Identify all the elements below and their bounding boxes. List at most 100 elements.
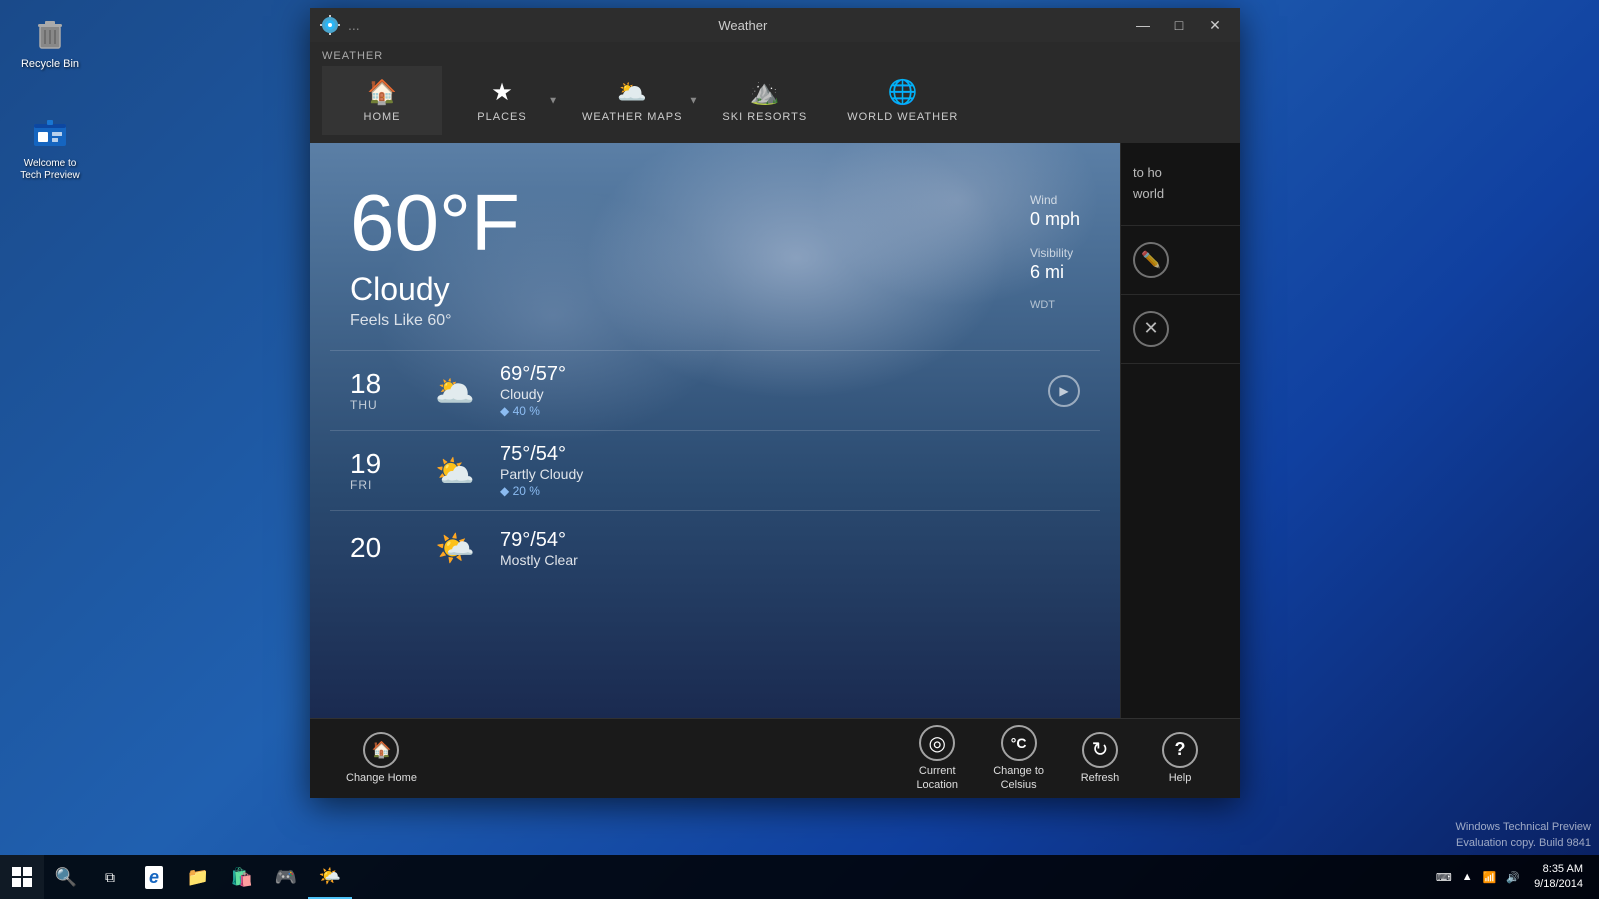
watermark-line2: Evaluation copy. Build 9841 xyxy=(1455,836,1591,851)
nav-item-world-weather[interactable]: 🌐 WORLD WEATHER xyxy=(827,66,978,135)
title-bar: ... Weather — □ ✕ xyxy=(310,8,1240,42)
ie-icon: e xyxy=(145,866,163,889)
games-icon: 🎮 xyxy=(275,867,297,888)
world-weather-nav-icon: 🌐 xyxy=(888,78,918,107)
temperature-display: 60°F xyxy=(350,183,520,263)
change-celsius-icon: °C xyxy=(1001,725,1037,761)
forecast-date-19: 19 FRI xyxy=(350,450,410,492)
side-panel: to howorld ✏️ ✕ xyxy=(1120,143,1240,718)
keyboard-icon-button[interactable]: ⌨ xyxy=(1432,855,1456,899)
nav-bar: WEATHER 🏠 HOME ★ PLACES ▼ 🌥️ WEATHER MAP… xyxy=(310,42,1240,143)
weather-main: 60°F Cloudy Feels Like 60° Wind 0 mph Vi… xyxy=(310,143,1240,718)
visibility-detail: Visibility 6 mi xyxy=(1030,246,1080,283)
edit-action-icon: ✏️ xyxy=(1133,242,1169,278)
games-button[interactable]: 🎮 xyxy=(264,855,308,899)
recycle-bin-label: Recycle Bin xyxy=(21,58,79,71)
file-explorer-button[interactable]: 📁 xyxy=(176,855,220,899)
forecast-day-name-thu: THU xyxy=(350,398,410,412)
chevron-up-icon: ▲ xyxy=(1462,871,1473,883)
recycle-bin-icon[interactable]: Recycle Bin xyxy=(10,10,90,75)
close-button[interactable]: ✕ xyxy=(1198,8,1232,42)
feels-like-text: Feels Like 60° xyxy=(350,312,520,330)
forecast-temps-thu: 69°/57° xyxy=(500,363,1028,386)
search-icon: 🔍 xyxy=(55,867,77,888)
side-panel-action-edit[interactable]: ✏️ xyxy=(1121,226,1240,295)
system-tray: ⌨ ▲ 📶 🔊 8:35 AM 9/18/2014 xyxy=(1432,855,1599,899)
task-view-icon: ⧉ xyxy=(105,869,115,886)
forecast-day-name-fri: FRI xyxy=(350,478,410,492)
refresh-button[interactable]: ↻ Refresh xyxy=(1060,724,1140,793)
forecast-play-button-thu[interactable]: ▶ xyxy=(1048,375,1080,407)
forecast-precip-thu: ◆ 40 % xyxy=(500,404,1028,418)
forecast-info-thu: 69°/57° Cloudy ◆ 40 % xyxy=(500,363,1028,418)
weather-taskbar-icon: 🌤️ xyxy=(319,866,341,887)
help-icon: ? xyxy=(1162,732,1198,768)
system-clock[interactable]: 8:35 AM 9/18/2014 xyxy=(1526,860,1591,895)
nav-items: 🏠 HOME ★ PLACES ▼ 🌥️ WEATHER MAPS ▼ ⛰️ S… xyxy=(322,66,1228,135)
forecast-cond-thu: Cloudy xyxy=(500,386,1028,402)
welcome-icon[interactable]: Welcome to Tech Preview xyxy=(10,110,90,186)
nav-item-home[interactable]: 🏠 HOME xyxy=(322,66,442,135)
forecast-day-num-18: 18 xyxy=(350,370,410,398)
wind-detail: Wind 0 mph xyxy=(1030,193,1080,230)
store-button[interactable]: 🛍️ xyxy=(220,855,264,899)
nav-section-label: WEATHER xyxy=(322,50,1228,62)
condition-text: Cloudy xyxy=(350,271,520,308)
welcome-image xyxy=(30,114,70,154)
minimize-button[interactable]: — xyxy=(1126,8,1160,42)
current-location-icon: ◎ xyxy=(919,725,955,761)
network-icon-button[interactable]: 📶 xyxy=(1479,855,1501,899)
windows-logo-icon xyxy=(12,867,32,887)
forecast-container: 18 THU 🌥️ 69°/57° Cloudy ◆ 40 % ▶ 19 xyxy=(310,350,1120,585)
internet-explorer-button[interactable]: e xyxy=(132,855,176,899)
forecast-cond-sat: Mostly Clear xyxy=(500,552,1080,568)
weather-taskbar-button[interactable]: 🌤️ xyxy=(308,855,352,899)
weather-window: ... Weather — □ ✕ WEATHER 🏠 HOME ★ PLACE… xyxy=(310,8,1240,798)
current-location-button[interactable]: ◎ CurrentLocation xyxy=(897,717,977,799)
places-dropdown-icon: ▼ xyxy=(548,95,558,106)
nav-weather-maps-label: WEATHER MAPS xyxy=(582,111,682,123)
nav-world-weather-label: WORLD WEATHER xyxy=(847,111,958,123)
clock-date: 9/18/2014 xyxy=(1534,877,1583,892)
help-label: Help xyxy=(1169,772,1192,785)
nav-item-places[interactable]: ★ PLACES ▼ xyxy=(442,66,562,135)
forecast-precip-fri: ◆ 20 % xyxy=(500,484,1080,498)
change-celsius-label: Change toCelsius xyxy=(993,765,1044,791)
forecast-temps-fri: 75°/54° xyxy=(500,443,1080,466)
side-panel-text: to howorld xyxy=(1121,143,1240,226)
side-panel-action-close[interactable]: ✕ xyxy=(1121,295,1240,364)
change-celsius-button[interactable]: °C Change toCelsius xyxy=(977,717,1060,799)
forecast-day-num-19: 19 xyxy=(350,450,410,478)
change-home-label: Change Home xyxy=(346,772,417,785)
forecast-cond-fri: Partly Cloudy xyxy=(500,466,1080,482)
forecast-info-fri: 75°/54° Partly Cloudy ◆ 20 % xyxy=(500,443,1080,498)
refresh-label: Refresh xyxy=(1081,772,1120,785)
current-weather: 60°F Cloudy Feels Like 60° xyxy=(350,183,520,330)
start-button[interactable] xyxy=(0,855,44,899)
side-text-content: to howorld xyxy=(1133,165,1164,201)
speaker-icon-button[interactable]: 🔊 xyxy=(1502,855,1524,899)
weather-content: 60°F Cloudy Feels Like 60° Wind 0 mph Vi… xyxy=(310,143,1120,718)
bottom-toolbar: 🏠 Change Home ◎ CurrentLocation °C Chang… xyxy=(310,718,1240,798)
network-icon: 📶 xyxy=(1483,871,1497,884)
task-view-button[interactable]: ⧉ xyxy=(88,855,132,899)
help-button[interactable]: ? Help xyxy=(1140,724,1220,793)
nav-item-weather-maps[interactable]: 🌥️ WEATHER MAPS ▼ xyxy=(562,66,702,135)
notification-chevron[interactable]: ▲ xyxy=(1458,855,1477,899)
wind-label: Wind xyxy=(1030,193,1080,207)
window-controls: — □ ✕ xyxy=(1126,8,1232,42)
visibility-label: Visibility xyxy=(1030,246,1080,260)
nav-item-ski-resorts[interactable]: ⛰️ SKI RESORTS xyxy=(702,66,827,135)
welcome-label: Welcome to Tech Preview xyxy=(20,158,79,182)
watermark-line1: Windows Technical Preview xyxy=(1455,820,1591,835)
search-button[interactable]: 🔍 xyxy=(44,855,88,899)
forecast-info-sat: 79°/54° Mostly Clear xyxy=(500,529,1080,568)
file-explorer-icon: 📁 xyxy=(187,867,209,888)
forecast-date-20: 20 xyxy=(350,534,410,562)
close-action-icon: ✕ xyxy=(1133,311,1169,347)
restore-button[interactable]: □ xyxy=(1162,8,1196,42)
change-home-button[interactable]: 🏠 Change Home xyxy=(330,724,433,793)
nav-home-label: HOME xyxy=(364,111,401,123)
forecast-day-num-20: 20 xyxy=(350,534,410,562)
clock-time: 8:35 AM xyxy=(1534,862,1583,877)
